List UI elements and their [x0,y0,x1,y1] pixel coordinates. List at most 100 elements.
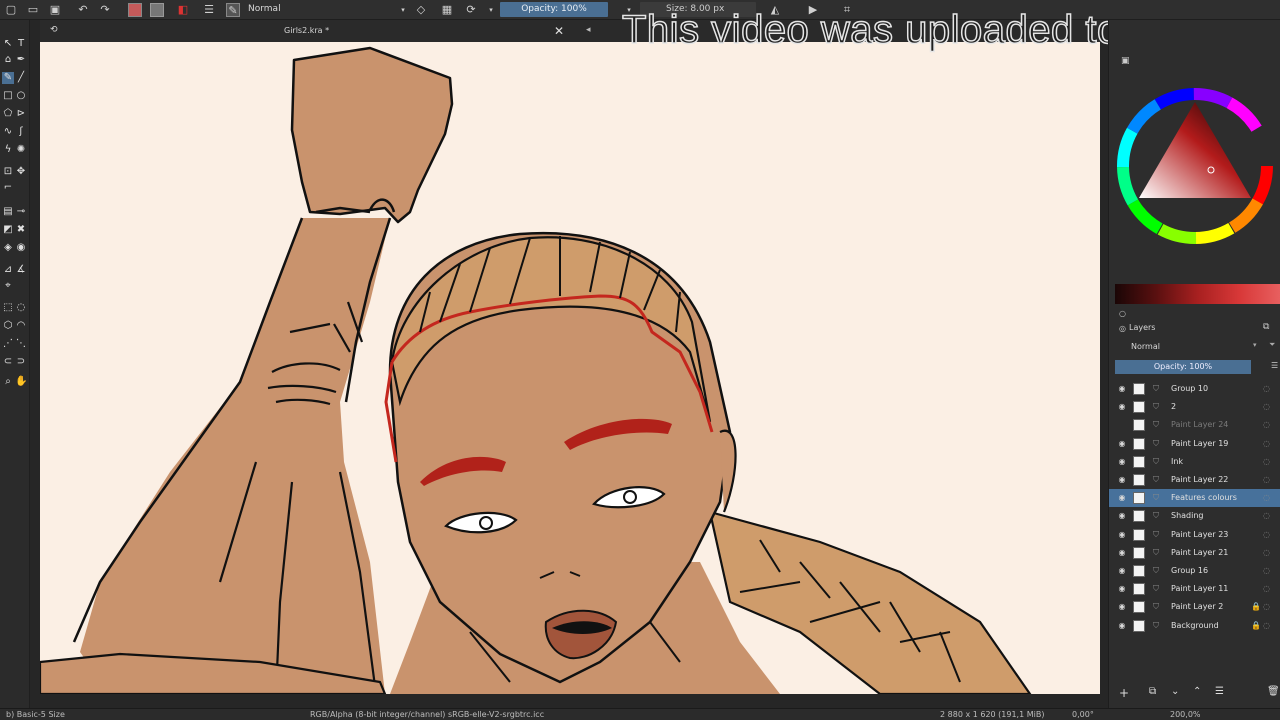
layer-row[interactable]: ⛉ Paint Layer 24 ◌ [1109,416,1280,434]
bezier-select-icon[interactable]: ⊂ [2,356,14,368]
duplicate-layer-icon[interactable]: ⧉ [1149,686,1156,697]
layers-menu-icon[interactable]: ☰ [1271,361,1278,370]
visibility-eye-icon[interactable]: ◉ [1117,511,1127,521]
gradient-swatch-icon[interactable] [128,3,142,17]
color-picker-icon[interactable]: ⊸ [15,206,27,218]
layer-row[interactable]: ◉ ⛉ Paint Layer 19 ◌ [1109,435,1280,453]
float-docker-icon[interactable]: ⧉ [1263,322,1269,332]
alpha-lock-icon[interactable]: ◌ [1263,384,1270,393]
measure-tool-icon[interactable]: ∡ [15,264,27,276]
alpha-lock-icon[interactable]: ◌ [1263,548,1270,557]
close-tab-icon[interactable]: ✕ [554,24,564,38]
contiguous-select-icon[interactable]: ⋰ [2,338,14,350]
visibility-eye-icon[interactable]: ◉ [1117,439,1127,449]
pan-tool-icon[interactable]: ✋ [15,376,27,388]
visibility-eye-icon[interactable]: ◉ [1117,475,1127,485]
move-down-icon[interactable]: ⌄ [1171,686,1179,697]
freehand-select-icon[interactable]: ◠ [15,320,27,332]
alpha-lock-icon[interactable]: ◌ [1263,493,1270,502]
zoom-status[interactable]: 200,0% [1170,710,1201,719]
alpha-lock-icon[interactable]: ◌ [1263,457,1270,466]
delete-layer-icon[interactable]: 🗑 [1267,686,1280,697]
freehand-path-icon[interactable]: ʃ [15,126,27,138]
alpha-lock-icon[interactable]: ◌ [1263,439,1270,448]
alpha-lock-icon[interactable]: ◌ [1263,602,1270,611]
transform-tool-icon[interactable]: ⊡ [2,166,14,178]
move-up-icon[interactable]: ⌃ [1193,686,1201,697]
layer-row[interactable]: ◉ ⛉ Background 🔒 ◌ [1109,617,1280,635]
reload-preset-icon[interactable]: ⟳ [464,3,478,17]
assistant-tool-icon[interactable]: ⊿ [2,264,14,276]
polygon-select-icon[interactable]: ⬡ [2,320,14,332]
similar-select-icon[interactable]: ⋱ [15,338,27,350]
alpha-lock-icon[interactable]: ◌ [1263,584,1270,593]
layer-row[interactable]: ◉ ⛉ Shading ◌ [1109,507,1280,525]
layer-row[interactable]: ◉ ⛉ Group 10 ◌ [1109,380,1280,398]
reference-images-icon[interactable]: ⌖ [2,280,14,292]
visibility-eye-icon[interactable]: ◉ [1117,566,1127,576]
polygon-tool-icon[interactable]: ⬠ [2,108,14,120]
color-selector[interactable] [1115,86,1277,248]
text-tool-icon[interactable]: T [15,38,27,50]
document-tab[interactable]: Girls2.kra * [40,20,570,42]
alpha-lock-icon[interactable]: ◌ [1263,511,1270,520]
alpha-lock-icon[interactable]: ◌ [1263,475,1270,484]
opacity-slider[interactable]: Opacity: 100% [500,2,608,17]
move-tool-icon[interactable]: ✥ [15,166,27,178]
freehand-brush-icon[interactable]: ✎ [2,72,14,84]
zoom-tool-icon[interactable]: ⌕ [2,376,14,388]
layer-row[interactable]: ◉ ⛉ Paint Layer 22 ◌ [1109,471,1280,489]
color-swatches-icon[interactable]: ◧ [176,3,190,17]
colorize-mask-icon[interactable]: ◩ [2,224,14,236]
select-shapes-icon[interactable]: ↖ [2,38,14,50]
visibility-eye-icon[interactable]: ◉ [1117,457,1127,467]
dynamic-brush-icon[interactable]: ϟ [2,144,14,156]
magnetic-select-icon[interactable]: ⊃ [15,356,27,368]
layer-row[interactable]: ◉ ⛉ Ink ◌ [1109,453,1280,471]
layer-blend-mode-select[interactable]: Normal [1131,342,1160,351]
rotation-status[interactable]: 0,00° [1072,710,1094,719]
layer-row[interactable]: ◉ ⛉ Paint Layer 11 ◌ [1109,580,1280,598]
alpha-lock-icon[interactable]: ◌ [1263,402,1270,411]
crop-tool-icon[interactable]: ⌐ [2,182,14,194]
docker-menu-icon[interactable]: ▣ [1121,56,1130,66]
layer-row[interactable]: ◉ ⛉ Group 16 ◌ [1109,562,1280,580]
layer-properties-icon[interactable]: ☰ [1215,686,1224,697]
rect-select-icon[interactable]: ⬚ [2,302,14,314]
alpha-lock-icon[interactable]: ◌ [1263,530,1270,539]
visibility-eye-icon[interactable]: ◉ [1117,602,1127,612]
visibility-eye-icon[interactable]: ◉ [1117,548,1127,558]
preserve-alpha-icon[interactable]: ▦ [440,3,454,17]
alpha-lock-icon[interactable]: ◌ [1263,420,1270,429]
ellipse-select-icon[interactable]: ◌ [15,302,27,314]
brush-settings-icon[interactable]: ☰ [202,3,216,17]
add-layer-icon[interactable]: + [1119,686,1129,700]
visibility-eye-icon[interactable]: ◉ [1117,530,1127,540]
visibility-eye-icon[interactable]: ◉ [1117,584,1127,594]
visibility-eye-icon[interactable]: ◉ [1117,384,1127,394]
line-tool-icon[interactable]: ╱ [15,72,27,84]
chevron-down-icon[interactable]: ▾ [1253,341,1257,349]
alpha-lock-icon[interactable]: ◌ [1263,566,1270,575]
multibrush-icon[interactable]: ✺ [15,144,27,156]
alpha-lock-icon[interactable]: ◌ [1263,621,1270,630]
visibility-eye-icon[interactable] [1117,420,1127,430]
filter-icon[interactable]: ⏷ [1269,340,1275,350]
tab-overflow-icon[interactable]: ◂ [586,25,591,35]
blend-mode-select[interactable]: Normal [248,4,281,14]
refresh-icon[interactable]: ○ [1119,309,1126,318]
chevron-down-icon[interactable]: ▾ [484,3,498,17]
layer-opacity-slider[interactable]: Opacity: 100% [1115,360,1251,374]
visibility-eye-icon[interactable]: ◉ [1117,493,1127,503]
new-document-icon[interactable]: ▢ [4,3,18,17]
redo-icon[interactable]: ↷ [98,3,112,17]
fill-tool-icon[interactable]: ◈ [2,242,14,254]
eraser-icon[interactable]: ◇ [414,3,428,17]
layer-row[interactable]: ◉ ⛉ Paint Layer 2 🔒 ◌ [1109,598,1280,616]
layer-row[interactable]: ◉ ⛉ 2 ◌ [1109,398,1280,416]
layer-row[interactable]: ◉ ⛉ Features colours ◌ [1109,489,1280,508]
color-history-strip[interactable] [1115,284,1280,304]
pattern-swatch-icon[interactable] [150,3,164,17]
save-icon[interactable]: ▣ [48,3,62,17]
lock-icon[interactable]: 🔒 [1251,621,1261,630]
